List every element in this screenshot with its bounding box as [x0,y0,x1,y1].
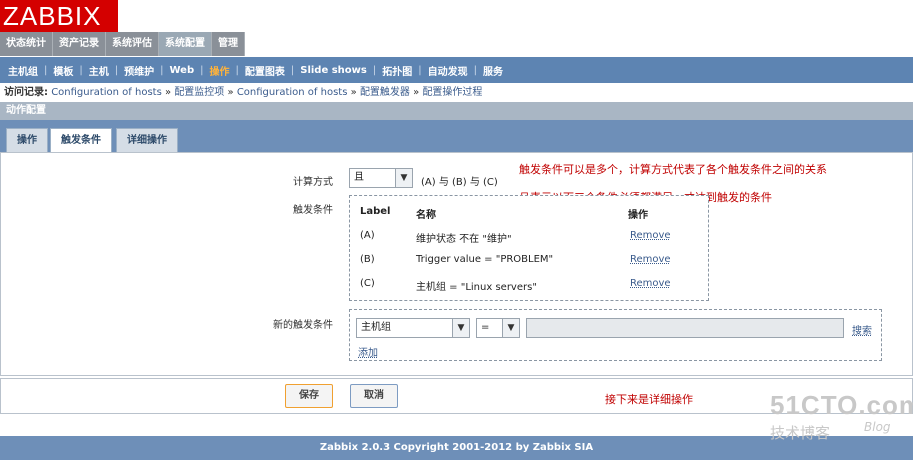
new-condition-operator-value: = [481,322,490,333]
new-condition-box: 主机组 ▼ = ▼ 搜索 添加 [349,309,882,361]
breadcrumb-item[interactable]: Configuration of hosts [237,87,348,98]
tabs-bar: 操作 触发条件 详细操作 [0,120,913,152]
sub-nav-it-services[interactable]: 服务 [477,63,509,78]
new-condition-type-select[interactable]: 主机组 ▼ [356,318,470,338]
sub-nav-web[interactable]: Web [164,65,201,76]
zabbix-logo[interactable]: ZABBIX [0,0,118,32]
sub-nav-maps[interactable]: 拓扑图 [376,63,418,78]
calc-type-value: 且 [354,172,364,183]
calc-type-select[interactable]: 且 ▼ [349,168,413,188]
sub-nav: 主机组 | 模板 | 主机 | 预维护 | Web | 操作 | 配置图表 | Slide s… [0,57,913,83]
top-nav-reports[interactable]: 系统评估 [106,32,159,56]
breadcrumb-label: 访问记录: [4,87,48,98]
sub-nav-host-groups[interactable]: 主机组 [2,63,44,78]
conditions-header-name: 名称 [416,210,436,221]
calc-formula: (A) 与 (B) 与 (C) [421,177,498,188]
condition-remove-link[interactable]: Remove [630,278,671,289]
breadcrumb-item[interactable]: 配置操作过程 [422,87,482,98]
watermark-subtitle: 技术博客 [770,424,831,442]
new-condition-type-value: 主机组 [361,322,391,333]
breadcrumb-item[interactable]: 配置监控项 [174,87,224,98]
conditions-header-action: 操作 [628,210,648,221]
save-button[interactable]: 保存 [285,384,333,408]
top-nav-inventory[interactable]: 资产记录 [53,32,106,56]
tab-conditions[interactable]: 触发条件 [50,128,112,152]
calc-type-label: 计算方式 [293,177,333,188]
chevron-down-icon[interactable]: ▼ [452,319,469,337]
top-nav: 状态统计 资产记录 系统评估 系统配置 管理 [0,32,245,56]
top-nav-status[interactable]: 状态统计 [0,32,53,56]
tab-operations[interactable]: 操作 [6,128,48,152]
annotation-next: 接下来是详细操作 [605,393,693,406]
watermark-blog: Blog [864,420,891,434]
condition-label: (B) [360,254,375,265]
new-condition-value-input[interactable] [526,318,844,338]
sub-nav-slide-shows[interactable]: Slide shows [294,65,373,76]
condition-name: Trigger value = "PROBLEM" [416,254,554,265]
top-nav-configuration[interactable]: 系统配置 [159,32,212,56]
top-nav-administration[interactable]: 管理 [212,32,245,56]
watermark-logo: 51CTO.com [770,390,913,420]
sub-nav-hosts[interactable]: 主机 [83,63,115,78]
chevron-down-icon[interactable]: ▼ [502,319,519,337]
breadcrumb-separator: » [165,87,172,98]
condition-name: 维护状态 不在 "维护" [416,234,512,245]
conditions-table: Label 名称 操作 (A) 维护状态 不在 "维护" Remove (B) … [349,195,709,301]
breadcrumb: 访问记录: Configuration of hosts » 配置监控项 » C… [0,84,913,101]
sub-nav-templates[interactable]: 模板 [47,63,79,78]
condition-label: (C) [360,278,375,289]
annotation-conditions: 触发条件可以是多个，计算方式代表了各个触发条件之间的关系 [519,163,827,176]
breadcrumb-separator: » [413,87,420,98]
condition-name: 主机组 = "Linux servers" [416,282,537,293]
new-condition-operator-select[interactable]: = ▼ [476,318,520,338]
section-title: 动作配置 [0,102,913,120]
breadcrumb-item[interactable]: 配置触发器 [360,87,410,98]
condition-remove-link[interactable]: Remove [630,254,671,265]
cancel-button[interactable]: 取消 [350,384,398,408]
tab-details[interactable]: 详细操作 [116,128,178,152]
breadcrumb-separator: » [227,87,234,98]
condition-remove-link[interactable]: Remove [630,230,671,241]
chevron-down-icon[interactable]: ▼ [395,169,412,187]
new-condition-label: 新的触发条件 [273,320,333,331]
add-condition-link[interactable]: 添加 [358,344,378,359]
search-link[interactable]: 搜索 [852,322,872,337]
condition-label: (A) [360,230,375,241]
breadcrumb-item[interactable]: Configuration of hosts [51,87,162,98]
sub-nav-actions[interactable]: 操作 [204,63,236,78]
sub-nav-maintenance[interactable]: 预维护 [118,63,160,78]
sub-nav-discovery[interactable]: 自动发现 [422,63,474,78]
conditions-label: 触发条件 [293,205,333,216]
breadcrumb-separator: » [350,87,357,98]
conditions-form: 计算方式 且 ▼ (A) 与 (B) 与 (C) 触发条件可以是多个，计算方式代… [0,152,913,376]
sub-nav-screens[interactable]: 配置图表 [239,63,291,78]
conditions-header-label: Label [360,206,391,217]
